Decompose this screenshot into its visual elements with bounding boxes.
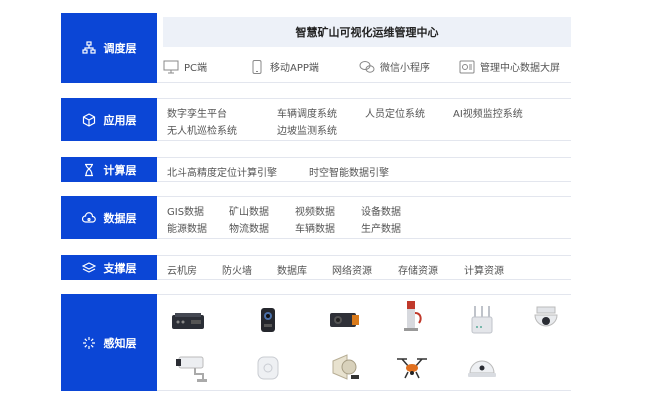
app-item: AI视频监控系统: [453, 109, 523, 120]
mobile-icon: [252, 59, 262, 74]
platform-title: 智慧矿山可视化运维管理中心: [163, 17, 571, 47]
data-item: 矿山数据: [229, 207, 269, 218]
layer-content-data: GIS数据 矿山数据 视频数据 设备数据 能源数据 物流数据 车辆数据 生产数据: [157, 196, 571, 239]
data-item: GIS数据: [167, 207, 205, 218]
app-item: 边坡监测系统: [277, 126, 337, 137]
cloud-network-icon: [81, 211, 96, 225]
data-item: 生产数据: [361, 224, 401, 235]
layer-perception: 感知层: [61, 294, 571, 391]
layer-application: 应用层 数字孪生平台 车辆调度系统 人员定位系统 AI视频监控系统 无人机巡检系…: [61, 98, 571, 141]
support-item: 防火墙: [222, 266, 252, 277]
layer-label-data: 数据层: [61, 196, 157, 239]
support-item: 网络资源: [332, 266, 372, 277]
app-item: 车辆调度系统: [277, 109, 337, 120]
client-label: 管理中心数据大屏: [480, 63, 560, 74]
client-app: 移动APP端: [249, 59, 319, 74]
layer-label-text: 支撑层: [103, 261, 137, 275]
data-terminal-icon: [169, 303, 207, 337]
layer-data: 数据层 GIS数据 矿山数据 视频数据 设备数据 能源数据 物流数据 车辆数据 …: [61, 196, 571, 239]
bullet-camera-icon: [173, 351, 211, 385]
speaker-icon: [325, 351, 363, 385]
layer-support: 支撑层 云机房 防火墙 数据库 网络资源 存储资源 计算资源: [61, 255, 571, 280]
client-label: PC端: [184, 63, 208, 74]
helmet-icon: [463, 351, 501, 385]
data-item: 物流数据: [229, 224, 269, 235]
hourglass-icon: [82, 163, 96, 177]
charging-pile-icon: [393, 299, 431, 333]
support-item: 云机房: [167, 266, 197, 277]
client-label: 移动APP端: [270, 63, 319, 74]
monitor-icon: [163, 60, 179, 73]
layer-content-support: 云机房 防火墙 数据库 网络资源 存储资源 计算资源: [157, 255, 571, 280]
layer-label-compute: 计算层: [61, 157, 157, 182]
layer-content-compute: 北斗高精度定位计算引擎 时空智能数据引擎: [157, 157, 571, 182]
compute-item: 北斗高精度定位计算引擎: [167, 168, 277, 179]
layer-label-dispatch: 调度层: [61, 13, 157, 83]
layer-content-dispatch: 智慧矿山可视化运维管理中心 PC端 移动APP端 微信小程序 管理中心数据大屏: [157, 13, 571, 83]
sitemap-icon: [81, 41, 96, 55]
data-item: 视频数据: [295, 207, 335, 218]
layer-label-text: 应用层: [103, 113, 137, 127]
layer-label-text: 计算层: [103, 163, 137, 177]
layer-content-perception: [157, 294, 571, 391]
tag-icon: [249, 351, 287, 385]
layer-label-support: 支撑层: [61, 255, 157, 280]
layer-label-application: 应用层: [61, 98, 157, 141]
layer-label-perception: 感知层: [61, 294, 157, 391]
layer-label-text: 数据层: [103, 211, 137, 225]
app-item: 人员定位系统: [365, 109, 425, 120]
app-item: 数字孪生平台: [167, 109, 227, 120]
support-item: 存储资源: [398, 266, 438, 277]
compute-item: 时空智能数据引擎: [309, 168, 389, 179]
wechat-icon: [359, 60, 375, 73]
data-item: 车辆数据: [295, 224, 335, 235]
client-bigscreen: 管理中心数据大屏: [459, 59, 560, 74]
client-pc: PC端: [163, 59, 207, 74]
layer-content-application: 数字孪生平台 车辆调度系统 人员定位系统 AI视频监控系统 无人机巡检系统 边坡…: [157, 98, 571, 141]
router-icon: [463, 303, 501, 337]
lidar-icon: [325, 303, 363, 337]
layers-icon: [81, 261, 96, 275]
drone-icon: [393, 351, 431, 385]
layer-label-text: 感知层: [103, 336, 137, 350]
support-item: 数据库: [277, 266, 307, 277]
client-label: 微信小程序: [380, 63, 430, 74]
data-item: 设备数据: [361, 207, 401, 218]
layer-dispatch: 调度层 智慧矿山可视化运维管理中心 PC端 移动APP端 微信小程序 管理中心数…: [61, 13, 571, 83]
cube-icon: [82, 112, 96, 127]
app-item: 无人机巡检系统: [167, 126, 237, 137]
layer-label-text: 调度层: [103, 42, 137, 55]
dome-camera-icon: [527, 303, 565, 337]
data-item: 能源数据: [167, 224, 207, 235]
client-wechat: 微信小程序: [359, 59, 430, 74]
dashboard-icon: [459, 60, 475, 73]
body-camera-icon: [249, 303, 287, 337]
support-item: 计算资源: [464, 266, 504, 277]
layer-compute: 计算层 北斗高精度定位计算引擎 时空智能数据引擎: [61, 157, 571, 182]
sensor-burst-icon: [82, 336, 96, 350]
